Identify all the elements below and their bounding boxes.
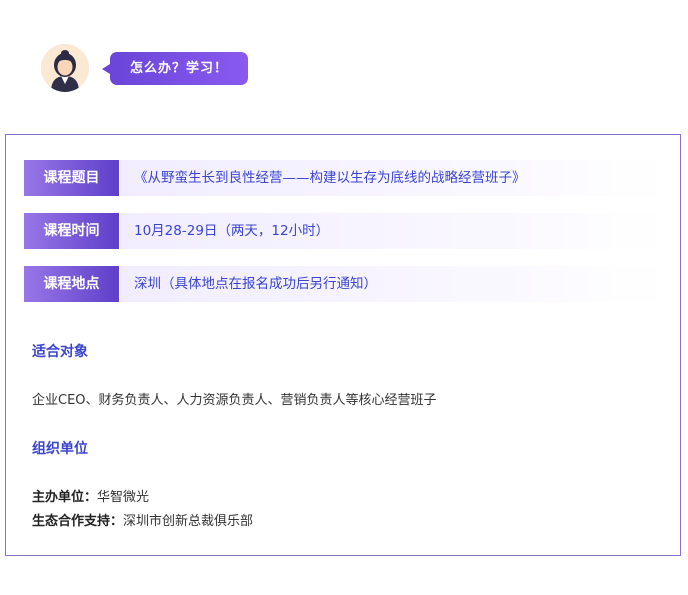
row-value: 深圳（具体地点在报名成功后另行通知） xyxy=(120,266,664,302)
course-row-location: 课程地点 深圳（具体地点在报名成功后另行通知） xyxy=(24,266,664,302)
host-value: 华智微光 xyxy=(97,490,150,505)
partner-label: 生态合作支持： xyxy=(32,514,124,529)
audience-text: 企业CEO、财务负责人、人力资源负责人、营销负责人等核心经营班子 xyxy=(32,393,437,408)
course-row-time: 课程时间 10月28-29日（两天，12小时） xyxy=(24,213,664,249)
row-value: 10月28-29日（两天，12小时） xyxy=(120,213,664,249)
row-label: 课程时间 xyxy=(24,213,119,249)
row-label: 课程地点 xyxy=(24,266,119,302)
row-label: 课程题目 xyxy=(24,160,119,196)
partner-value: 深圳市创新总裁俱乐部 xyxy=(123,514,254,529)
course-card: 课程题目 《从野蛮生长到良性经营——构建以生存为底线的战略经营班子》 课程时间 … xyxy=(5,134,681,556)
organizer-title: 组织单位 xyxy=(32,441,88,457)
row-value: 《从野蛮生长到良性经营——构建以生存为底线的战略经营班子》 xyxy=(120,160,664,196)
avatar xyxy=(41,44,89,92)
course-row-title: 课程题目 《从野蛮生长到良性经营——构建以生存为底线的战略经营班子》 xyxy=(24,160,664,196)
audience-title: 适合对象 xyxy=(32,344,88,360)
organizer-host: 主办单位：华智微光 xyxy=(32,486,149,505)
organizer-partner: 生态合作支持：深圳市创新总裁俱乐部 xyxy=(32,510,253,529)
person-icon xyxy=(41,44,89,92)
speech-bubble: 怎么办？学习！ xyxy=(110,52,248,85)
bubble-tail xyxy=(102,64,110,74)
host-label: 主办单位： xyxy=(32,490,98,505)
